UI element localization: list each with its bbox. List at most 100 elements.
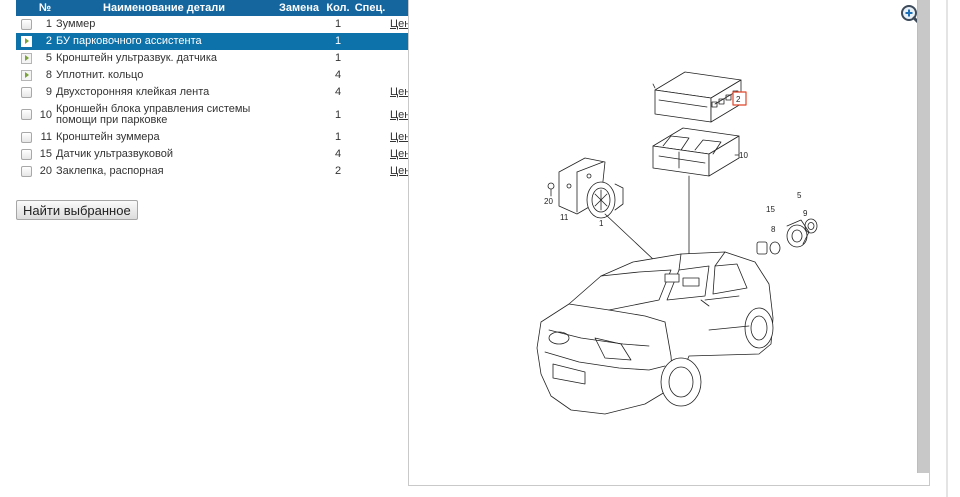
table-row[interactable]: 5 Кронштейн ультразвук. датчика 1 xyxy=(16,50,408,67)
buzzer-drawing[interactable] xyxy=(586,181,624,219)
rivet-drawing[interactable] xyxy=(547,182,555,197)
row-checkbox[interactable] xyxy=(20,131,32,143)
table-row[interactable]: 11 Кронштейн зуммера 1 Цена xyxy=(16,129,416,146)
row-checkbox[interactable] xyxy=(20,18,32,30)
row-part-name[interactable]: Кроншейн блока управления системы помощи… xyxy=(54,101,274,129)
row-part-name[interactable]: Двухсторонняя клейкая лента xyxy=(54,84,274,101)
row-part-name[interactable]: Кронштейн зуммера xyxy=(54,129,274,146)
parts-table-body: 1 Зуммер 1 Цена 2 БУ парковочного ассистента 1… xyxy=(16,16,416,180)
row-select-cell xyxy=(16,101,36,129)
row-number: 20 xyxy=(39,165,52,177)
row-number: 9 xyxy=(45,86,52,98)
row-replace xyxy=(274,101,324,129)
viewer-scrollbar[interactable] xyxy=(917,0,930,473)
header-price xyxy=(388,0,408,16)
diagram-viewer[interactable]: 2 10 20 11 1 15 8 5 9 xyxy=(408,0,930,486)
row-qty: 1 xyxy=(334,131,342,143)
row-number: 2 xyxy=(36,33,54,50)
row-select-cell xyxy=(16,84,36,101)
table-row[interactable]: 20 Заклепка, распорная 2 Цена xyxy=(16,163,416,180)
callout-5[interactable]: 5 xyxy=(797,191,802,200)
bracket-drawing[interactable] xyxy=(652,127,740,177)
row-spec xyxy=(352,50,388,67)
parts-diagram: 2 10 20 11 1 15 8 5 9 xyxy=(536,71,818,415)
callout-10[interactable]: 10 xyxy=(739,151,748,160)
table-row[interactable]: 10 Кроншейн блока управления системы помо… xyxy=(16,101,416,129)
row-spec xyxy=(352,163,388,180)
row-price-cell: Цена xyxy=(388,84,416,101)
control-unit-drawing[interactable] xyxy=(654,71,742,123)
callout-2[interactable]: 2 xyxy=(736,95,741,104)
row-replace xyxy=(274,50,324,67)
row-spec xyxy=(352,16,388,33)
callout-1[interactable]: 1 xyxy=(599,219,604,228)
row-replace xyxy=(274,67,324,84)
callout-20[interactable]: 20 xyxy=(544,197,553,206)
row-select-cell xyxy=(16,33,36,50)
row-part-name[interactable]: Уплотнит. кольцо xyxy=(54,67,274,84)
row-checkbox[interactable] xyxy=(20,148,32,160)
row-qty: 4 xyxy=(334,69,342,81)
row-part-name[interactable]: Кронштейн ультразвук. датчика xyxy=(54,50,274,67)
row-price-cell xyxy=(388,67,408,84)
row-replace xyxy=(274,33,324,50)
expand-arrow-icon[interactable] xyxy=(20,69,32,81)
row-number: 15 xyxy=(39,148,52,160)
header-spec[interactable]: Спец. xyxy=(352,0,388,16)
row-checkbox[interactable] xyxy=(20,165,32,177)
table-row[interactable]: 8 Уплотнит. кольцо 4 xyxy=(16,67,408,84)
table-header-row: № Наименование детали Замена Кол. Спец. xyxy=(16,0,408,16)
row-replace xyxy=(274,146,324,163)
row-qty: 1 xyxy=(334,52,342,64)
table-row[interactable]: 15 Датчик ультразвуковой 4 Цена xyxy=(16,146,416,163)
callout-9[interactable]: 9 xyxy=(803,209,808,218)
row-spec xyxy=(352,146,388,163)
row-replace xyxy=(274,16,324,33)
row-qty: 1 xyxy=(324,33,352,50)
row-part-name[interactable]: Датчик ультразвуковой xyxy=(54,146,274,163)
row-price-cell: Цена xyxy=(388,146,416,163)
page-scroll-track xyxy=(946,0,948,497)
row-part-name[interactable]: Зуммер xyxy=(54,16,274,33)
expand-arrow-icon[interactable] xyxy=(20,35,32,47)
row-price-cell xyxy=(388,33,408,50)
row-spec xyxy=(352,33,388,50)
row-part-name[interactable]: БУ парковочного ассистента xyxy=(54,33,274,50)
header-replace[interactable]: Замена xyxy=(274,0,324,16)
row-price-cell: Цена xyxy=(388,16,416,33)
row-select-cell xyxy=(16,146,36,163)
row-number: 11 xyxy=(40,131,52,143)
row-price-cell: Цена xyxy=(388,101,416,129)
row-part-name[interactable]: Заклепка, распорная xyxy=(54,163,274,180)
find-selected-button[interactable]: Найти выбранное xyxy=(16,200,138,220)
row-spec xyxy=(352,84,388,101)
parts-table: № Наименование детали Замена Кол. Спец. … xyxy=(16,0,416,180)
table-row[interactable]: 9 Двухсторонняя клейкая лента 4 Цена xyxy=(16,84,416,101)
header-name[interactable]: Наименование детали xyxy=(54,0,274,16)
callout-15[interactable]: 15 xyxy=(766,205,775,214)
row-spec xyxy=(352,129,388,146)
row-spec xyxy=(352,67,388,84)
row-select-cell xyxy=(16,163,36,180)
callout-8[interactable]: 8 xyxy=(771,225,776,234)
row-select-cell xyxy=(16,50,36,67)
parts-panel: № Наименование детали Замена Кол. Спец. … xyxy=(16,0,416,180)
callout-11[interactable]: 11 xyxy=(560,213,569,222)
header-num[interactable]: № xyxy=(36,0,54,16)
car-drawing[interactable] xyxy=(536,251,774,415)
row-qty: 1 xyxy=(334,18,342,30)
expand-arrow-icon[interactable] xyxy=(20,52,32,64)
table-row[interactable]: 2 БУ парковочного ассистента 1 xyxy=(16,33,408,50)
header-check xyxy=(16,0,36,16)
sensor-drawing[interactable] xyxy=(756,218,818,255)
row-number: 10 xyxy=(39,108,52,121)
row-replace xyxy=(274,163,324,180)
row-spec xyxy=(352,101,388,129)
row-checkbox[interactable] xyxy=(20,86,32,98)
table-row[interactable]: 1 Зуммер 1 Цена xyxy=(16,16,416,33)
row-checkbox[interactable] xyxy=(20,109,32,121)
row-select-cell xyxy=(16,67,36,84)
header-qty[interactable]: Кол. xyxy=(324,0,352,16)
row-price-cell: Цена xyxy=(388,163,416,180)
row-replace xyxy=(274,84,324,101)
